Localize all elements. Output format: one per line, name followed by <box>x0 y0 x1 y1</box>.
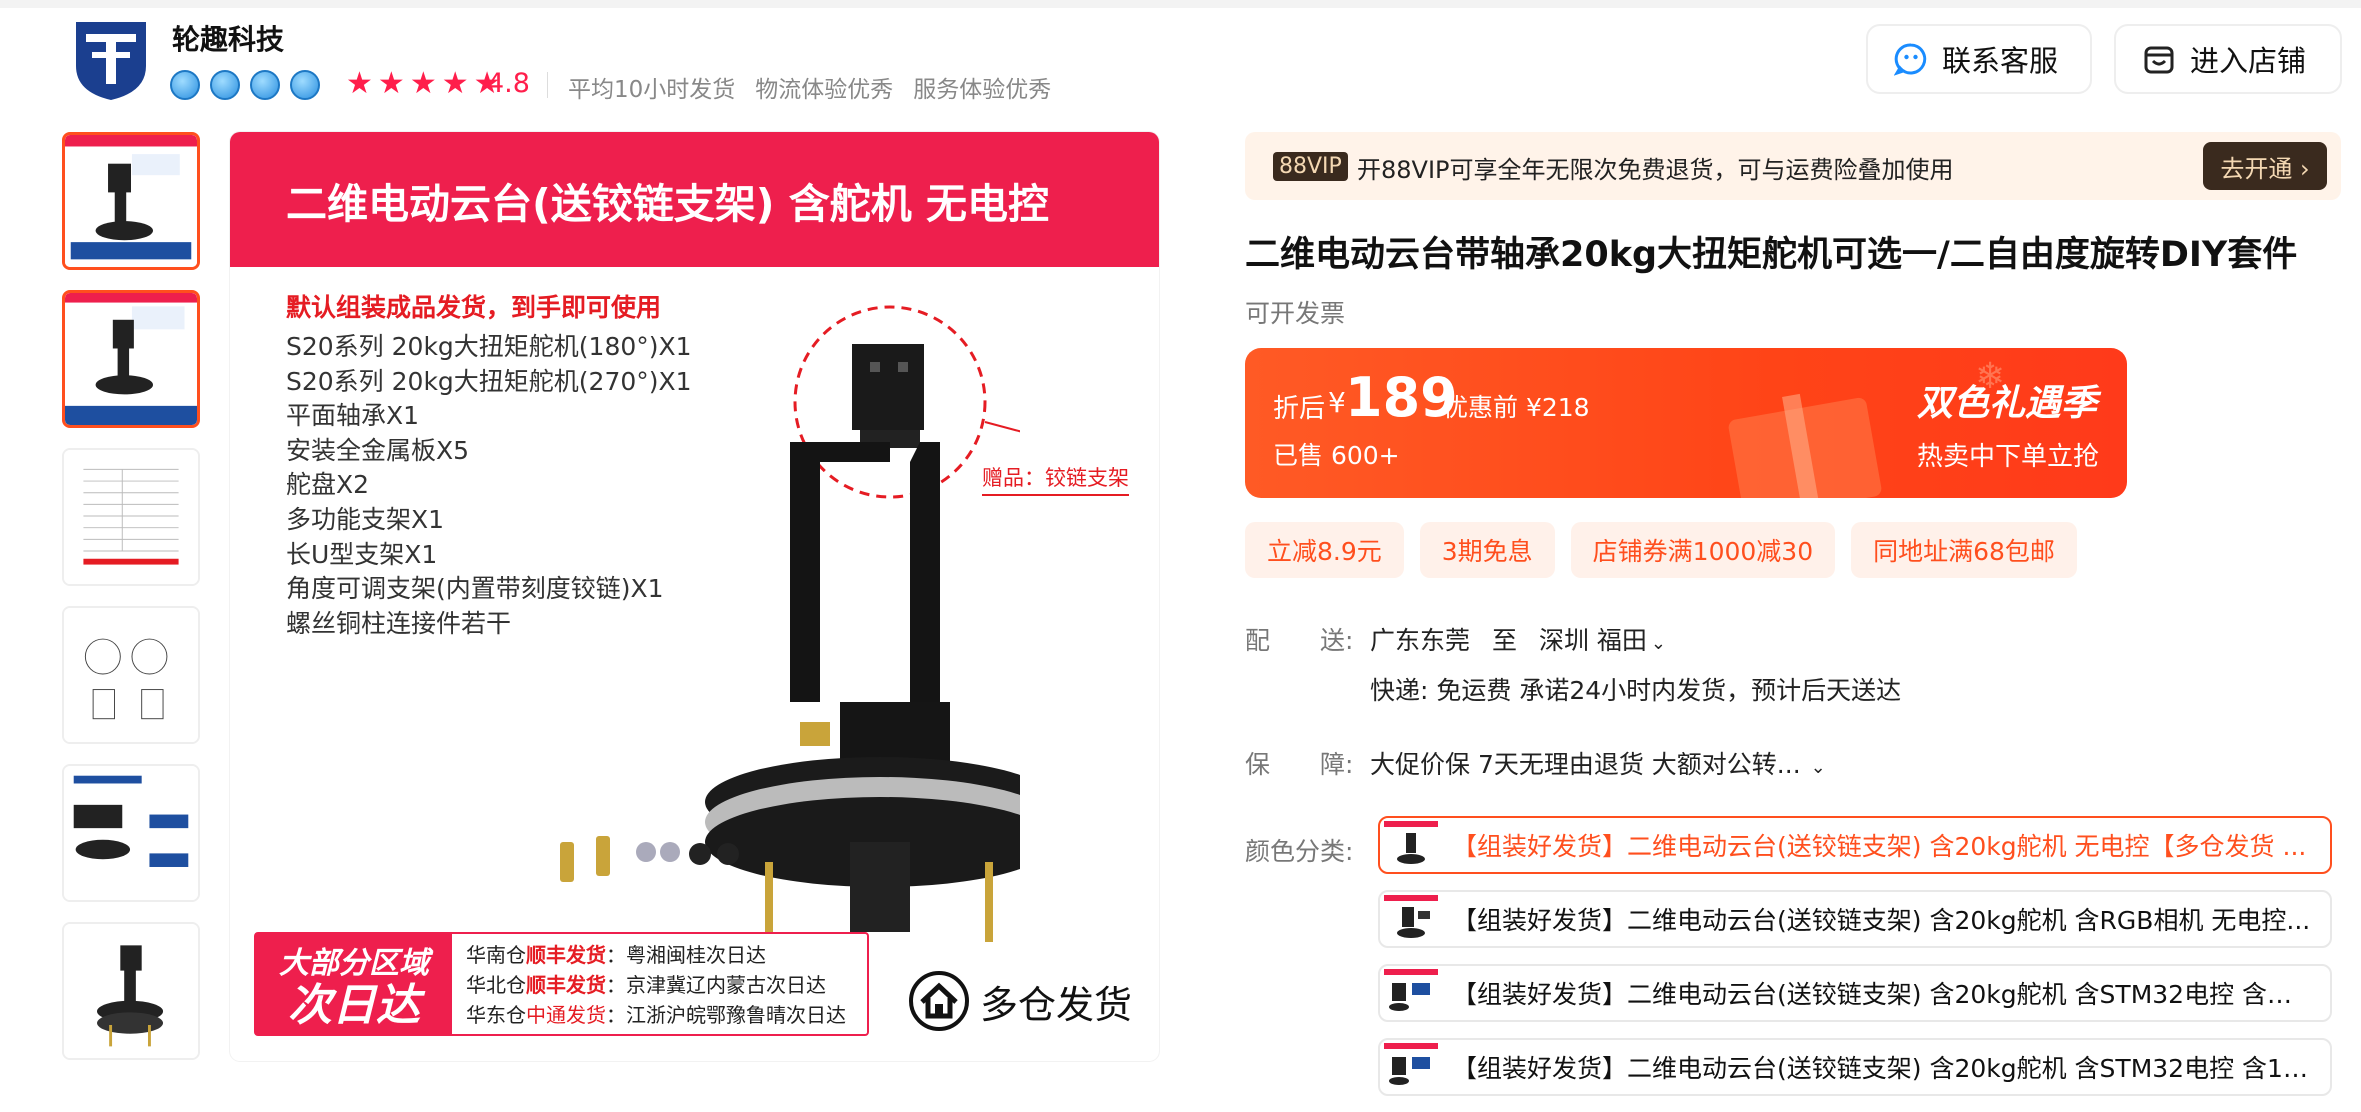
promo-chip[interactable]: 立减8.9元 <box>1245 522 1404 578</box>
shipping-detail: 快递: 免运费 承诺24小时内发货，预计后天送达 <box>1370 676 1902 705</box>
promo-chips: 立减8.9元 3期免息 店铺券满1000减30 同地址满68包邮 <box>1245 522 2077 578</box>
promo-season-subtitle: 热卖中下单立抢 <box>1917 442 2100 472</box>
chevron-down-icon: ⌄ <box>1650 633 1666 654</box>
shop-tag: 平均10小时发货 <box>568 77 736 103</box>
star-icon: ★ <box>441 66 469 101</box>
gift-label: 赠品：铰链支架 <box>982 462 1129 496</box>
product-title: 二维电动云台带轴承20kg大扭矩舵机可选一/二自由度旋转DIY套件 <box>1245 235 2298 275</box>
shipping-route: 广东东莞 至 深圳 福田 ⌄ <box>1370 621 1666 657</box>
next-day-badge-line1: 大部分区域 <box>279 946 429 981</box>
warehouse-list: 华南仓顺丰发货：粤湘闽桂次日达 华北仓顺丰发货：京津冀辽内蒙古次日达 华东仓中通… <box>466 940 846 1030</box>
variant-text: 【组装好发货】二维电动云台(送铰链支架) 含20kg舵机 含RGB相机 无电控.… <box>1452 906 2311 935</box>
image-banner-title: 二维电动云台(送铰链支架) 含舵机 无电控 <box>230 132 1159 267</box>
variant-option[interactable]: 【组装好发货】二维电动云台(送铰链支架) 含20kg舵机 含STM32电控 含1… <box>1378 1038 2332 1096</box>
price-card: ❄ 折后 ¥ 189 优惠前 ¥218 已售 600+ 双色礼遇季 热卖中下单立… <box>1245 348 2127 498</box>
chevron-down-icon: ⌄ <box>1810 757 1826 778</box>
next-day-badge: 大部分区域 次日达 <box>256 934 452 1034</box>
thumbnail-5[interactable] <box>62 764 200 902</box>
next-day-badge-line2: 次日达 <box>288 980 420 1031</box>
warehouse-row: 华南仓顺丰发货：粤湘闽桂次日达 <box>466 940 846 970</box>
carrier: 顺丰发货 <box>526 973 606 997</box>
shop-name[interactable]: 轮趣科技 <box>172 18 284 58</box>
ship-to-word: 至 <box>1491 626 1517 655</box>
invoice-note: 可开发票 <box>1245 299 1346 328</box>
variant-thumbnail <box>1384 1043 1438 1091</box>
enter-store-button[interactable]: 进入店铺 <box>2114 24 2342 94</box>
variant-thumbnail <box>1384 895 1438 943</box>
multi-warehouse-text: 多仓发货 <box>980 982 1133 1027</box>
price-currency: ¥ <box>1328 386 1346 419</box>
price-label: 折后 <box>1273 394 1326 424</box>
contact-service-button[interactable]: 联系客服 <box>1866 24 2092 94</box>
variant-text: 【组装好发货】二维电动云台(送铰链支架) 含20kg舵机 含STM32电控 含1… <box>1452 1054 2312 1083</box>
promo-chip[interactable]: 店铺券满1000减30 <box>1570 522 1836 578</box>
shop-rating: 4.8 <box>487 68 530 99</box>
warehouse-name: 华南仓 <box>466 943 526 967</box>
promo-season-title: 双色礼遇季 <box>1917 383 2098 424</box>
price-amount: 189 <box>1345 366 1458 429</box>
warehouse-row: 华东仓中通发货：江浙沪皖鄂豫鲁晴次日达 <box>466 1000 846 1030</box>
shop-tags: 平均10小时发货 物流体验优秀 服务体验优秀 <box>568 70 1051 104</box>
gimbal-product-photo <box>560 305 1020 942</box>
shop-tag: 服务体验优秀 <box>913 77 1052 103</box>
star-icon: ★ <box>377 66 405 101</box>
store-icon <box>2144 46 2174 74</box>
shop-level-medals <box>170 70 320 100</box>
shop-tag: 物流体验优秀 <box>755 77 894 103</box>
medal-icon <box>290 70 320 100</box>
warehouse-row: 华北仓顺丰发货：京津冀辽内蒙古次日达 <box>466 970 846 1000</box>
variant-thumbnail <box>1384 821 1438 869</box>
multi-warehouse-label: 多仓发货 <box>908 970 1132 1032</box>
price-before-discount: 优惠前 ¥218 <box>1443 393 1590 422</box>
vip-open-button[interactable]: 去开通 › <box>2203 142 2327 190</box>
destinations: ：江浙沪皖鄂豫鲁晴次日达 <box>606 1003 846 1027</box>
variant-option[interactable]: 【组装好发货】二维电动云台(送铰链支架) 含20kg舵机 含RGB相机 无电控.… <box>1378 890 2332 948</box>
destinations: ：粤湘闽桂次日达 <box>606 943 766 967</box>
variant-text: 【组装好发货】二维电动云台(送铰链支架) 含20kg舵机 含STM32电控 含适… <box>1452 980 2312 1009</box>
delivery-info-box: 大部分区域 次日达 华南仓顺丰发货：粤湘闽桂次日达 华北仓顺丰发货：京津冀辽内蒙… <box>254 932 869 1036</box>
medal-icon <box>210 70 240 100</box>
thumbnail-4[interactable] <box>62 606 200 744</box>
promo-chip[interactable]: 3期免息 <box>1419 522 1555 578</box>
thumbnail-6[interactable] <box>62 922 200 1060</box>
shop-logo[interactable] <box>66 14 156 104</box>
medal-icon <box>170 70 200 100</box>
promo-chip[interactable]: 同地址满68包邮 <box>1851 522 2077 578</box>
guarantee-selector[interactable]: 大促价保 7天无理由退货 大额对公转... ⌄ <box>1370 745 1826 781</box>
sold-count: 已售 600+ <box>1273 441 1400 470</box>
rating-stars: ★ ★ ★ ★ ★ <box>346 66 501 102</box>
vip-badge: 88VIP <box>1273 152 1348 181</box>
guarantee-text: 大促价保 7天无理由退货 大额对公转... <box>1370 750 1801 779</box>
thumbnail-1[interactable] <box>62 132 200 270</box>
variant-option[interactable]: 【组装好发货】二维电动云台(送铰链支架) 含20kg舵机 含STM32电控 含适… <box>1378 964 2332 1022</box>
variant-thumbnail <box>1384 969 1438 1017</box>
medal-icon <box>250 70 280 100</box>
enter-store-label: 进入店铺 <box>2190 44 2307 78</box>
vip-text: 开88VIP可享全年无限次免费退货，可与运费险叠加使用 <box>1357 156 1954 184</box>
ship-to: 深圳 福田 <box>1538 626 1647 655</box>
main-product-image[interactable]: 二维电动云台(送铰链支架) 含舵机 无电控 默认组装成品发货，到手即可使用 S2… <box>230 132 1159 1061</box>
shipping-label: 配 送: <box>1245 626 1354 655</box>
thumbnail-2[interactable] <box>62 290 200 428</box>
variant-label: 颜色分类: <box>1245 837 1354 866</box>
chat-bot-icon <box>1894 43 1927 76</box>
variant-option[interactable]: 【组装好发货】二维电动云台(送铰链支架) 含20kg舵机 无电控【多仓发货 ..… <box>1378 816 2332 874</box>
warehouse-name: 华东仓 <box>466 1003 526 1027</box>
variant-text: 【组装好发货】二维电动云台(送铰链支架) 含20kg舵机 无电控【多仓发货 ..… <box>1452 832 2307 861</box>
star-icon: ★ <box>346 66 373 101</box>
carrier: 顺丰发货 <box>526 943 606 967</box>
ship-from: 广东东莞 <box>1370 626 1471 655</box>
destinations: ：京津冀辽内蒙古次日达 <box>606 973 826 997</box>
warehouse-name: 华北仓 <box>466 973 526 997</box>
vip-promo-bar: 88VIP 开88VIP可享全年无限次免费退货，可与运费险叠加使用 去开通 › <box>1245 132 2341 200</box>
star-icon: ★ <box>409 66 437 101</box>
home-icon <box>909 971 969 1031</box>
top-divider <box>0 0 2361 8</box>
divider <box>547 72 548 98</box>
thumbnail-3[interactable] <box>62 448 200 586</box>
ship-to-selector[interactable]: 深圳 福田 ⌄ <box>1539 626 1666 655</box>
contact-service-label: 联系客服 <box>1942 44 2059 78</box>
carrier: 中通发货 <box>526 1003 606 1027</box>
guarantee-label: 保 障: <box>1245 750 1354 779</box>
